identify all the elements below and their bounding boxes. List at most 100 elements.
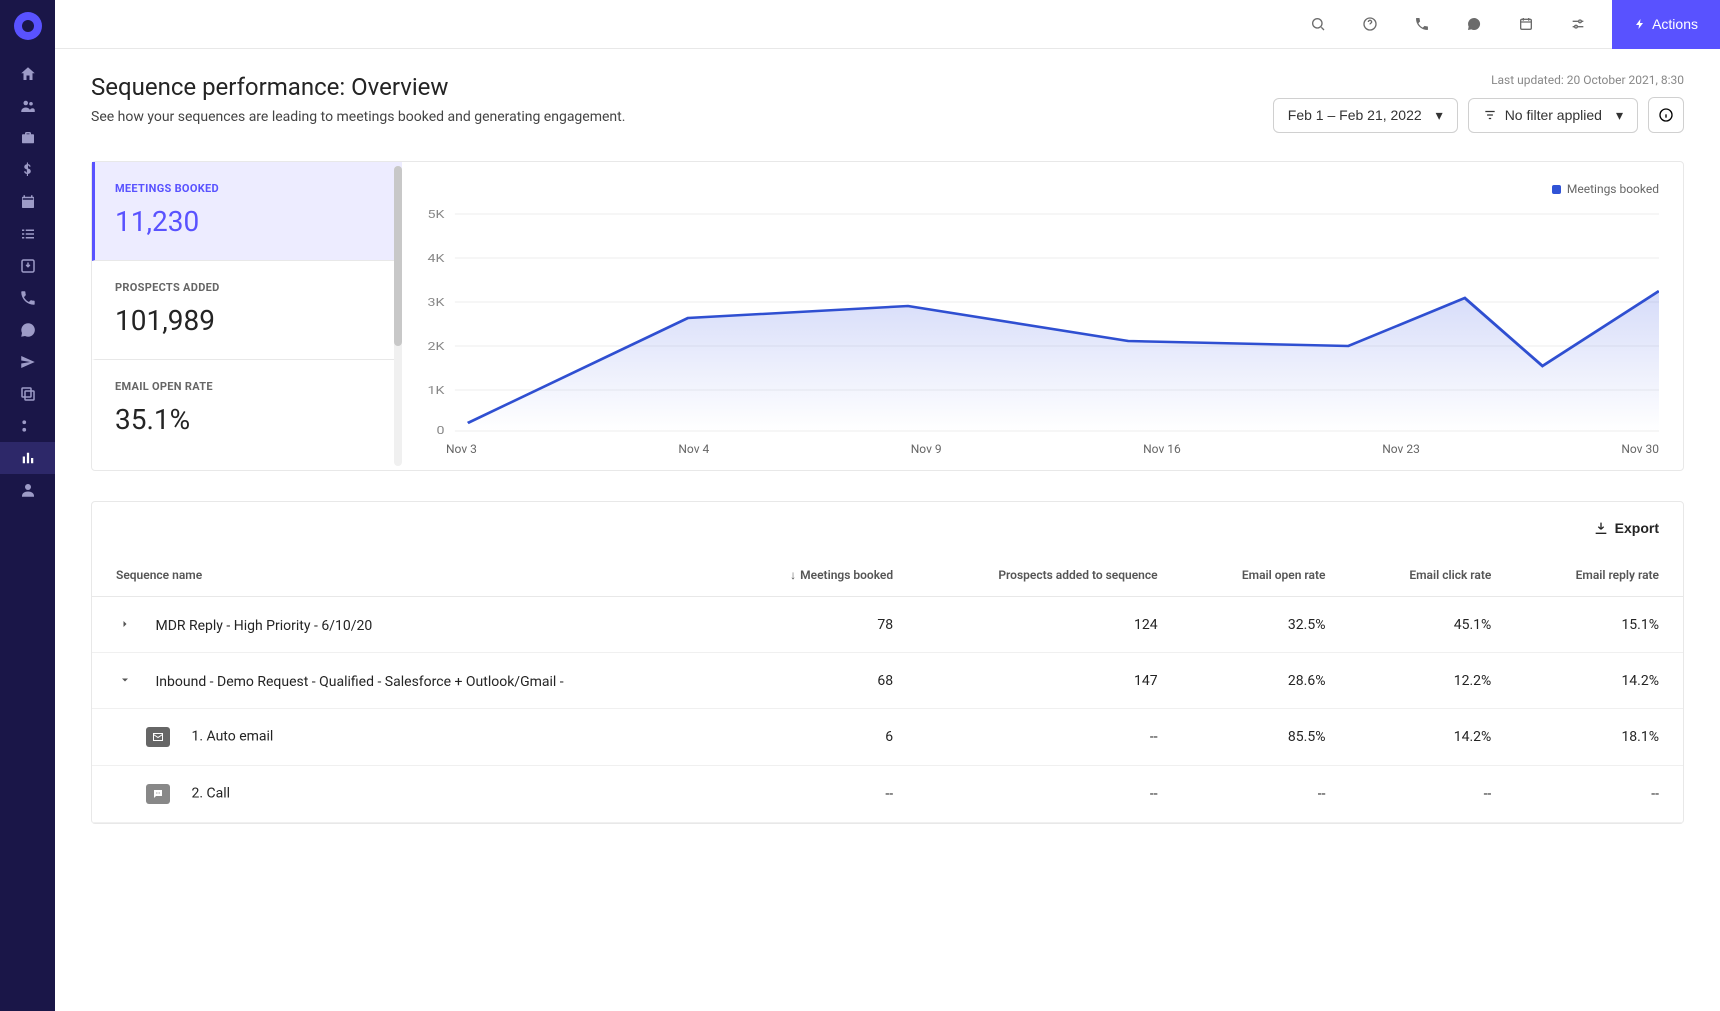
actions-button[interactable]: Actions [1612,0,1720,49]
x-tick: Nov 4 [678,442,709,456]
x-tick: Nov 23 [1382,442,1420,456]
cell-meetings: 78 [724,597,917,653]
y-tick: 2K [428,340,445,353]
step-label: 1. Auto email [191,729,273,745]
nav-send[interactable] [0,346,55,378]
kpi-label: EMAIL OPEN RATE [115,380,382,393]
cell-prospects: -- [917,766,1181,823]
table-step-row[interactable]: 2. Call -- -- -- -- -- [92,766,1683,823]
kpi-label: MEETINGS BOOKED [115,182,382,195]
cell-click: -- [1349,766,1515,823]
cell-click: 45.1% [1349,597,1515,653]
kpi-value: 35.1% [115,403,382,436]
sequence-name: MDR Reply - High Priority - 6/10/20 [155,618,372,634]
cell-meetings: 6 [724,709,917,766]
cell-prospects: -- [917,709,1181,766]
nav-chat[interactable] [0,314,55,346]
export-button[interactable]: Export [1593,520,1659,536]
table-row[interactable]: MDR Reply - High Priority - 6/10/20 78 1… [92,597,1683,653]
table-row[interactable]: Inbound - Demo Request - Qualified - Sal… [92,653,1683,709]
app-logo-icon[interactable] [14,12,42,40]
help-icon[interactable] [1352,6,1388,42]
topbar: Actions [55,0,1720,49]
nav-user[interactable] [0,474,55,506]
y-tick: 5K [428,208,445,221]
col-prospects-added[interactable]: Prospects added to sequence [917,554,1181,597]
y-tick: 0 [436,424,444,436]
kpi-value: 101,989 [115,304,382,337]
chevron-down-icon: ▾ [1436,107,1443,124]
legend-series-label: Meetings booked [1567,182,1659,196]
filter-label: No filter applied [1505,107,1602,123]
cell-prospects: 147 [917,653,1181,709]
cell-open: 28.6% [1182,653,1350,709]
search-icon[interactable] [1300,6,1336,42]
nav-briefcase[interactable] [0,122,55,154]
cell-open: 32.5% [1182,597,1350,653]
export-label: Export [1615,520,1659,536]
kpi-value: 11,230 [115,205,382,238]
col-email-reply-rate[interactable]: Email reply rate [1515,554,1683,597]
chevron-down-icon: ▾ [1616,107,1623,124]
col-email-click-rate[interactable]: Email click rate [1349,554,1515,597]
line-chart: 5K 4K 3K 2K 1K 0 [416,206,1659,436]
x-tick: Nov 30 [1621,442,1659,456]
chat-icon[interactable] [1456,6,1492,42]
filter-button[interactable]: No filter applied ▾ [1468,98,1638,133]
kpi-card-email-open-rate[interactable]: EMAIL OPEN RATE 35.1% [92,360,402,458]
x-tick: Nov 16 [1143,442,1181,456]
col-meetings-booked[interactable]: ↓Meetings booked [724,554,917,597]
cell-reply: 14.2% [1515,653,1683,709]
cell-reply: -- [1515,766,1683,823]
col-email-open-rate[interactable]: Email open rate [1182,554,1350,597]
kpi-scrollbar[interactable] [394,166,402,466]
sequence-name: Inbound - Demo Request - Qualified - Sal… [155,674,563,690]
nav-phone[interactable] [0,282,55,314]
nav-home[interactable] [0,58,55,90]
nav-calendar[interactable] [0,186,55,218]
settings-slider-icon[interactable] [1560,6,1596,42]
page-subtitle: See how your sequences are leading to me… [91,109,625,125]
left-sidebar [0,0,55,1011]
cell-meetings: -- [724,766,917,823]
filter-icon [1483,108,1497,122]
cell-reply: 15.1% [1515,597,1683,653]
email-icon [146,727,170,747]
kpi-card-prospects-added[interactable]: PROSPECTS ADDED 101,989 [92,261,402,360]
kpi-card-meetings-booked[interactable]: MEETINGS BOOKED 11,230 [92,162,402,261]
info-button[interactable] [1648,97,1684,133]
chevron-down-icon [119,674,131,686]
x-axis-labels: Nov 3 Nov 4 Nov 9 Nov 16 Nov 23 Nov 30 [446,442,1659,456]
nav-inbox[interactable] [0,250,55,282]
cell-click: 12.2% [1349,653,1515,709]
lightning-icon [1634,18,1646,30]
chevron-right-icon [119,618,131,630]
cell-open: 85.5% [1182,709,1350,766]
calendar-icon[interactable] [1508,6,1544,42]
expand-toggle[interactable] [116,671,134,689]
nav-analytics[interactable] [0,442,55,474]
nav-dollar[interactable] [0,154,55,186]
nav-people[interactable] [0,90,55,122]
nav-snippets[interactable] [0,410,55,442]
chart-legend: Meetings booked [416,182,1659,196]
cell-prospects: 124 [917,597,1181,653]
sequence-table-panel: Export Sequence name ↓Meetings booked Pr… [91,501,1684,824]
table-step-row[interactable]: 1. Auto email 6 -- 85.5% 14.2% 18.1% [92,709,1683,766]
phone-icon[interactable] [1404,6,1440,42]
page-title: Sequence performance: Overview [91,73,625,101]
sort-desc-icon: ↓ [790,568,796,582]
chat-bubble-icon [146,784,170,804]
col-sequence-name[interactable]: Sequence name [92,554,724,597]
nav-tasks[interactable] [0,218,55,250]
expand-toggle[interactable] [116,615,134,633]
date-range-button[interactable]: Feb 1 – Feb 21, 2022 ▾ [1273,98,1458,133]
nav-copy[interactable] [0,378,55,410]
y-tick: 4K [428,252,445,265]
y-tick: 1K [428,384,445,397]
date-range-label: Feb 1 – Feb 21, 2022 [1288,107,1422,123]
x-tick: Nov 9 [911,442,942,456]
legend-swatch-icon [1552,185,1561,194]
cell-click: 14.2% [1349,709,1515,766]
cell-reply: 18.1% [1515,709,1683,766]
